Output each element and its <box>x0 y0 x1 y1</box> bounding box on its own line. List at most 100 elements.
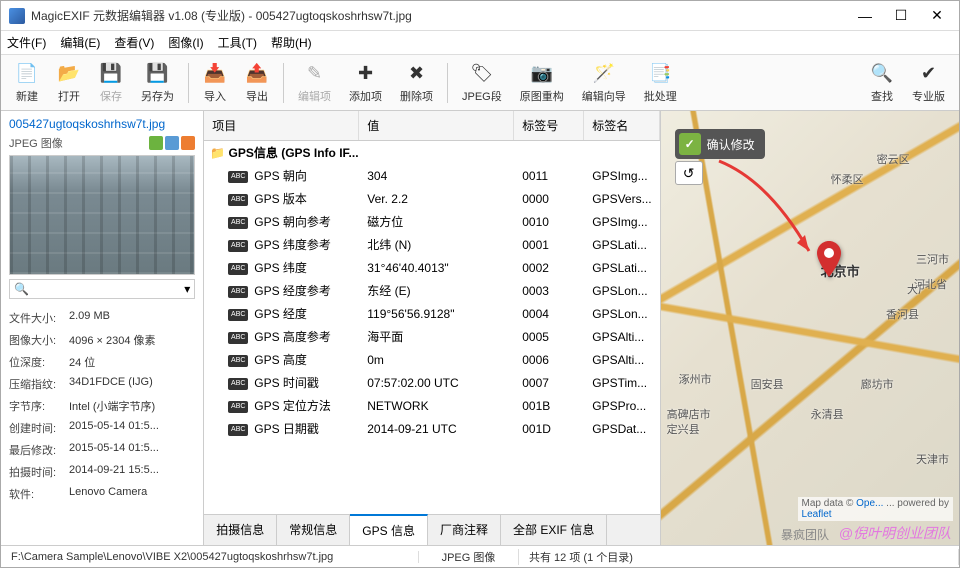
map-label-tianjin: 天津市 <box>916 451 949 467</box>
col-value[interactable]: 值 <box>359 111 514 140</box>
close-button[interactable]: ✕ <box>923 6 951 26</box>
table-row[interactable]: ABCGPS 经度参考 东经 (E) 0003 GPSLon... <box>204 279 659 302</box>
dropdown-icon[interactable]: ▾ <box>184 282 190 296</box>
menu-file[interactable]: 文件(F) <box>7 34 46 51</box>
cell-item: ABCGPS 经度参考 <box>204 282 359 299</box>
open-button[interactable]: 📂打开 <box>49 60 89 106</box>
import-button[interactable]: 📥导入 <box>195 60 235 106</box>
toolbar: 📄新建 📂打开 💾保存 💾另存为 📥导入 📤导出 ✎编辑项 ✚添加项 ✖删除项 … <box>1 55 959 111</box>
edit-icon: ✎ <box>303 62 327 86</box>
osm-link[interactable]: Ope... <box>856 498 883 509</box>
table-row[interactable]: ABCGPS 纬度参考 北纬 (N) 0001 GPSLati... <box>204 233 659 256</box>
leaflet-link[interactable]: Leaflet <box>802 509 832 520</box>
folder-row[interactable]: 📁 GPS信息 (GPS Info IF... <box>204 141 659 164</box>
meta-ctime-label: 创建时间: <box>9 420 69 436</box>
rebuild-button[interactable]: 📷原图重构 <box>512 60 572 106</box>
tab-shoot[interactable]: 拍摄信息 <box>204 515 277 545</box>
table-row[interactable]: ABCGPS 纬度 31°46'40.4013" 0002 GPSLati... <box>204 256 659 279</box>
tab-general[interactable]: 常规信息 <box>277 515 350 545</box>
pro-button[interactable]: ✔专业版 <box>904 60 953 106</box>
map-label-dingxing: 定兴县 <box>667 421 700 437</box>
window-title: MagicEXIF 元数据编辑器 v1.08 (专业版) - 005427ugt… <box>31 7 851 24</box>
tab-all[interactable]: 全部 EXIF 信息 <box>501 515 607 545</box>
cell-tagname: GPSTim... <box>584 376 659 390</box>
find-button[interactable]: 🔍查找 <box>862 60 902 106</box>
meta-dim-value: 4096 × 2304 像素 <box>69 332 195 348</box>
menu-help[interactable]: 帮助(H) <box>271 34 312 51</box>
check-icon: ✓ <box>679 133 701 155</box>
edit-item-button[interactable]: ✎编辑项 <box>290 60 339 106</box>
table-row[interactable]: ABCGPS 朝向 304 0011 GPSImg... <box>204 164 659 187</box>
thumb-icons <box>149 136 195 150</box>
cell-tagno: 0007 <box>514 376 584 390</box>
col-tagno[interactable]: 标签号 <box>514 111 584 140</box>
col-tagname[interactable]: 标签名 <box>584 111 659 140</box>
search-row: 🔍 ▾ <box>9 279 195 299</box>
wizard-button[interactable]: 🪄编辑向导 <box>574 60 634 106</box>
table-row[interactable]: ABCGPS 日期戳 2014-09-21 UTC 001D GPSDat... <box>204 417 659 440</box>
cell-tagno: 0004 <box>514 307 584 321</box>
minimize-button[interactable]: — <box>851 6 879 26</box>
map-panel[interactable]: 北京市 天津市 河北省 廊坊市 涿州市 密云区 怀柔区 三河市 永清县 固安县 … <box>661 111 959 545</box>
menu-image[interactable]: 图像(I) <box>168 34 203 51</box>
grid-body[interactable]: 📁 GPS信息 (GPS Info IF... ABCGPS 朝向 304 00… <box>204 141 659 514</box>
table-row[interactable]: ABCGPS 高度 0m 0006 GPSAlti... <box>204 348 659 371</box>
menu-view[interactable]: 查看(V) <box>114 34 154 51</box>
left-panel: 005427ugtoqskoshrhsw7t.jpg JPEG 图像 🔍 ▾ 文… <box>1 111 204 545</box>
map-marker[interactable] <box>816 241 842 277</box>
cell-item: ABCGPS 版本 <box>204 190 359 207</box>
cell-value: 北纬 (N) <box>359 236 514 253</box>
table-row[interactable]: ABCGPS 经度 119°56'56.9128" 0004 GPSLon... <box>204 302 659 325</box>
cell-tagno: 0011 <box>514 169 584 183</box>
batch-button[interactable]: 📑批处理 <box>636 60 685 106</box>
table-row[interactable]: ABCGPS 朝向参考 磁方位 0010 GPSImg... <box>204 210 659 233</box>
cell-tagno: 0010 <box>514 215 584 229</box>
add-icon: ✚ <box>354 62 378 86</box>
undo-button[interactable]: ↺ <box>675 161 703 185</box>
save-icon: 💾 <box>99 62 123 86</box>
cell-value: 东经 (E) <box>359 282 514 299</box>
cell-tagname: GPSLati... <box>584 238 659 252</box>
meta-shot-label: 拍摄时间: <box>9 464 69 480</box>
table-row[interactable]: ABCGPS 高度参考 海平面 0005 GPSAlti... <box>204 325 659 348</box>
save-as-icon: 💾 <box>146 62 170 86</box>
table-row[interactable]: ABCGPS 版本 Ver. 2.2 0000 GPSVers... <box>204 187 659 210</box>
col-item[interactable]: 项目 <box>204 111 359 140</box>
save-as-button[interactable]: 💾另存为 <box>133 60 182 106</box>
add-item-button[interactable]: ✚添加项 <box>341 60 390 106</box>
tab-maker[interactable]: 厂商注释 <box>428 515 501 545</box>
maximize-button[interactable]: ☐ <box>887 6 915 26</box>
confirm-change-button[interactable]: ✓ 确认修改 <box>675 129 765 159</box>
meta-ctime-value: 2015-05-14 01:5... <box>69 420 195 436</box>
delete-item-button[interactable]: ✖删除项 <box>392 60 441 106</box>
cell-value: 31°46'40.4013" <box>359 261 514 275</box>
cell-item: ABCGPS 高度 <box>204 351 359 368</box>
map-label-gaobeidian: 高碑店市 <box>667 406 711 422</box>
cell-tagname: GPSDat... <box>584 422 659 436</box>
table-row[interactable]: ABCGPS 时间戳 07:57:02.00 UTC 0007 GPSTim..… <box>204 371 659 394</box>
cell-item: ABCGPS 纬度参考 <box>204 236 359 253</box>
cell-tagno: 0003 <box>514 284 584 298</box>
cell-value: 119°56'56.9128" <box>359 307 514 321</box>
cell-item: ABCGPS 朝向参考 <box>204 213 359 230</box>
menu-edit[interactable]: 编辑(E) <box>60 34 100 51</box>
watermark-2: 暴疯团队 <box>781 526 829 543</box>
search-input[interactable] <box>33 283 180 295</box>
cell-tagname: GPSVers... <box>584 192 659 206</box>
save-button[interactable]: 💾保存 <box>91 60 131 106</box>
cell-value: 2014-09-21 UTC <box>359 422 514 436</box>
cell-tagno: 0000 <box>514 192 584 206</box>
table-row[interactable]: ABCGPS 定位方法 NETWORK 001B GPSPro... <box>204 394 659 417</box>
menu-tools[interactable]: 工具(T) <box>218 34 257 51</box>
cell-tagno: 001D <box>514 422 584 436</box>
jpeg-seg-button[interactable]: 🏷JPEG段 <box>454 60 510 106</box>
cell-item: ABCGPS 高度参考 <box>204 328 359 345</box>
map[interactable]: 北京市 天津市 河北省 廊坊市 涿州市 密云区 怀柔区 三河市 永清县 固安县 … <box>661 111 959 545</box>
tab-gps[interactable]: GPS 信息 <box>350 514 428 545</box>
meta-table: 文件大小:2.09 MB 图像大小:4096 × 2304 像素 位深度:24 … <box>9 307 195 505</box>
folder-label: GPS信息 (GPS Info IF... <box>229 144 359 161</box>
cell-tagname: GPSImg... <box>584 169 659 183</box>
export-button[interactable]: 📤导出 <box>237 60 277 106</box>
new-button[interactable]: 📄新建 <box>7 60 47 106</box>
cell-tagname: GPSAlti... <box>584 330 659 344</box>
